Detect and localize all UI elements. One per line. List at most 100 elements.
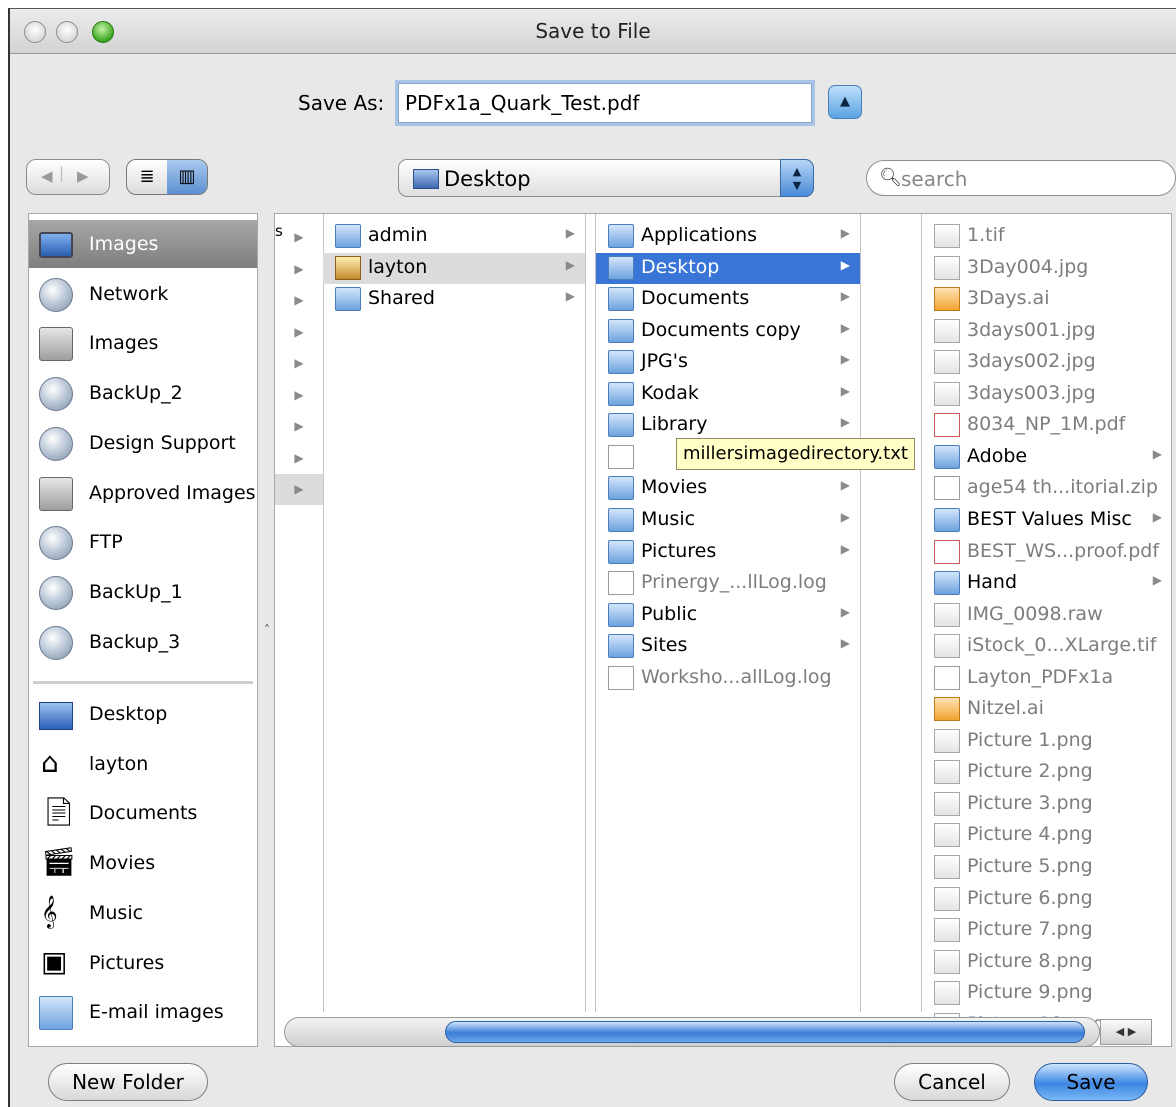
sidebar-item[interactable]: FTP xyxy=(29,518,257,566)
disclosure-arrow-icon: ▶ xyxy=(840,636,850,651)
sidebar-item[interactable]: 𝄞 Music xyxy=(29,889,257,937)
browser-row[interactable]: Nitzel.ai xyxy=(922,694,1171,725)
sidebar-item[interactable]: E-mail images xyxy=(29,988,257,1036)
browser-row[interactable]: Music ▶ xyxy=(596,505,860,536)
sidebar-resize-handle[interactable]: ˄ xyxy=(264,623,270,637)
browser-row[interactable]: Picture 1.png xyxy=(922,726,1171,757)
sidebar-item[interactable]: Approved Images xyxy=(29,469,257,517)
browser-row[interactable]: 3days003.jpg xyxy=(922,379,1171,410)
disclosure-arrow-icon[interactable]: ▶ xyxy=(275,254,323,285)
sidebar-item[interactable]: Backup_3 xyxy=(29,618,257,666)
scroll-right-icon[interactable]: ▶ xyxy=(1128,1025,1136,1038)
cancel-button[interactable]: Cancel xyxy=(894,1063,1010,1101)
browser-row[interactable]: Picture 5.png xyxy=(922,852,1171,883)
browser-row[interactable]: Picture 4.png xyxy=(922,820,1171,851)
disclosure-arrow-icon[interactable]: ▶ xyxy=(275,380,323,411)
column-view-icon[interactable]: ▥ xyxy=(167,160,207,194)
browser-row[interactable]: Library ▶ xyxy=(596,410,860,441)
browser-row[interactable]: Hand ▶ xyxy=(922,568,1171,599)
disclosure-arrow-icon: ▶ xyxy=(1152,446,1162,461)
browser-row[interactable]: layton ▶ xyxy=(323,252,585,284)
scroll-arrows[interactable]: ◀ ▶ xyxy=(1100,1019,1152,1045)
updown-arrows-icon: ▲ ▼ xyxy=(780,159,814,197)
browser-row[interactable]: age54 th...itorial.zip xyxy=(922,473,1171,504)
sidebar-item[interactable]: ▣ Pictures xyxy=(29,939,257,987)
browser-row-label: Library xyxy=(641,413,708,436)
browser-row-label: Picture 6.png xyxy=(967,886,1093,909)
image-file-icon xyxy=(934,949,960,974)
browser-row-label: Prinergy_...llLog.log xyxy=(641,571,827,594)
browser-row[interactable]: 3days002.jpg xyxy=(922,347,1171,378)
disclosure-arrow-icon[interactable]: ▶ xyxy=(275,474,323,505)
location-popup[interactable]: Desktop ▲ ▼ xyxy=(398,159,814,197)
browser-row[interactable]: Desktop ▶ xyxy=(596,252,860,284)
sidebar-item[interactable]: ⌂ layton xyxy=(29,740,257,788)
sidebar-item[interactable]: 🎬︎ Movies xyxy=(29,839,257,887)
disclosure-arrow-icon[interactable]: ▶ xyxy=(275,285,323,316)
browser-row[interactable]: Picture 8.png xyxy=(922,947,1171,978)
browser-row[interactable]: Picture 3.png xyxy=(922,789,1171,820)
sidebar-item[interactable]: 📄︎ Documents xyxy=(29,789,257,837)
browser-row[interactable]: Shared ▶ xyxy=(323,284,585,315)
browser-row[interactable]: Movies ▶ xyxy=(596,473,860,504)
browser-row[interactable]: 8034_NP_1M.pdf xyxy=(922,410,1171,441)
browser-row[interactable]: Picture 2.png xyxy=(922,757,1171,788)
horizontal-scrollbar[interactable] xyxy=(284,1017,1100,1047)
sidebar-item[interactable]: Design Support xyxy=(29,419,257,467)
browser-row[interactable]: IMG_0098.raw xyxy=(922,600,1171,631)
browser-row-label: Pictures xyxy=(641,539,717,562)
browser-row[interactable]: Layton_PDFx1a xyxy=(922,663,1171,694)
scroll-left-icon[interactable]: ◀ xyxy=(1116,1025,1124,1038)
filename-input[interactable] xyxy=(398,83,812,123)
network-disk-icon xyxy=(39,426,73,461)
new-folder-button[interactable]: New Folder xyxy=(48,1063,208,1101)
browser-row[interactable]: BEST_WS...proof.pdf xyxy=(922,537,1171,568)
browser-row[interactable]: Picture 9.png xyxy=(922,978,1171,1009)
browser-row[interactable]: Adobe ▶ xyxy=(922,442,1171,473)
disclosure-arrow-icon: ▶ xyxy=(565,257,575,272)
disclosure-arrow-icon[interactable]: ▶ xyxy=(275,443,323,474)
disclosure-arrow-icon[interactable]: ▶ xyxy=(275,222,323,253)
browser-row[interactable]: Applications ▶ xyxy=(596,221,860,252)
sidebar-item[interactable]: Network xyxy=(29,270,257,318)
text-file-icon xyxy=(608,571,634,596)
browser-row[interactable]: Sites ▶ xyxy=(596,631,860,662)
browser-row[interactable]: 1.tif xyxy=(922,221,1171,252)
sidebar-item[interactable]: Images xyxy=(29,220,257,268)
sidebar-item[interactable]: BackUp_1 xyxy=(29,568,257,616)
browser-row[interactable]: 3Day004.jpg xyxy=(922,253,1171,284)
browser-row[interactable]: Picture 6.png xyxy=(922,884,1171,915)
browser-row[interactable]: Kodak ▶ xyxy=(596,379,860,410)
browser-row[interactable]: iStock_0...XLarge.tif xyxy=(922,631,1171,662)
disclosure-arrow-icon[interactable]: ▶ xyxy=(275,317,323,348)
save-button[interactable]: Save xyxy=(1034,1063,1148,1101)
browser-row[interactable]: Worksho...allLog.log xyxy=(596,663,860,694)
browser-row[interactable]: Documents ▶ xyxy=(596,284,860,315)
sidebar-item[interactable]: BackUp_2 xyxy=(29,369,257,417)
browser-row[interactable]: admin ▶ xyxy=(323,221,585,252)
browser-row[interactable]: Public ▶ xyxy=(596,600,860,631)
forward-arrow-icon[interactable]: ▶ xyxy=(77,167,89,185)
save-as-label: Save As: xyxy=(298,91,385,115)
browser-row[interactable]: Picture 7.png xyxy=(922,915,1171,946)
browser-row[interactable]: 3Days.ai xyxy=(922,284,1171,315)
browser-row[interactable]: JPG's ▶ xyxy=(596,347,860,378)
browser-row[interactable]: BEST Values Misc ▶ xyxy=(922,505,1171,536)
list-view-icon[interactable]: ≣ xyxy=(127,160,167,194)
collapse-dialog-button[interactable]: ▲ xyxy=(828,85,862,119)
search-field[interactable]: 🔍︎ search xyxy=(866,160,1176,196)
browser-row[interactable]: Documents copy ▶ xyxy=(596,316,860,347)
browser-row-label: Picture 5.png xyxy=(967,855,1093,877)
browser-row[interactable]: 3days001.jpg xyxy=(922,316,1171,347)
browser-row-label: 3Days.ai xyxy=(967,287,1050,310)
sidebar-item[interactable]: Desktop xyxy=(29,690,257,738)
disclosure-arrow-icon: ▶ xyxy=(840,289,850,304)
back-arrow-icon[interactable]: ◀ xyxy=(41,167,53,185)
browser-row-label: 3days002.jpg xyxy=(967,350,1096,373)
sidebar-item[interactable]: Images xyxy=(29,319,257,367)
browser-row[interactable]: Pictures ▶ xyxy=(596,537,860,568)
disclosure-arrow-icon[interactable]: ▶ xyxy=(275,348,323,379)
disclosure-arrow-icon[interactable]: ▶ xyxy=(275,411,323,442)
browser-row[interactable]: Prinergy_...llLog.log xyxy=(596,568,860,599)
scroll-thumb[interactable] xyxy=(445,1021,1085,1043)
